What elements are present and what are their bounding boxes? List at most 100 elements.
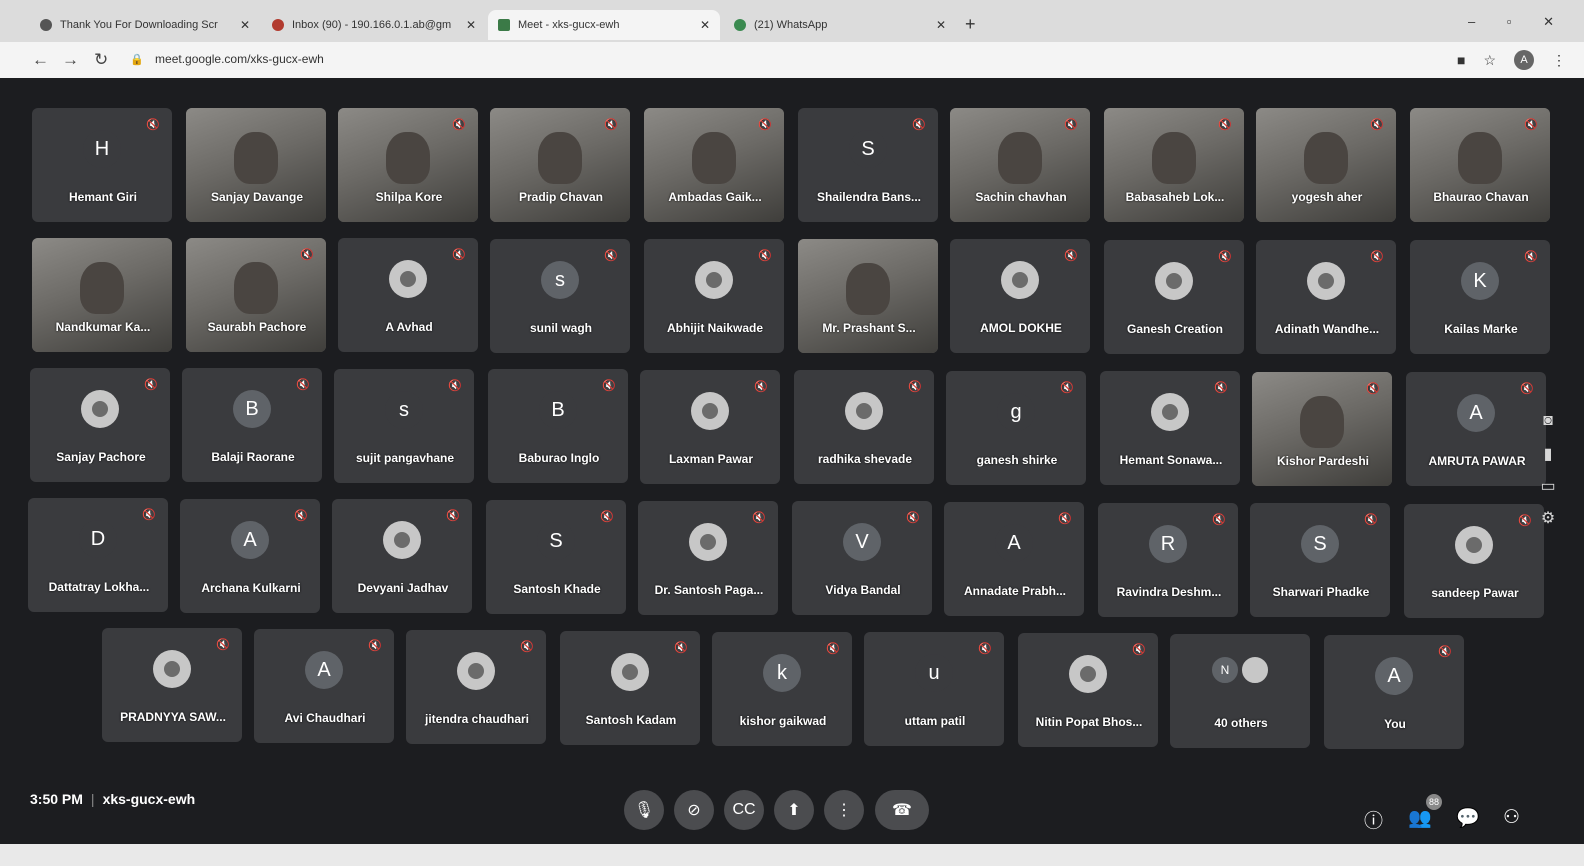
participant-tile[interactable]: s 🔇 sujit pangavhane (334, 369, 474, 483)
participant-tile[interactable]: 🔇 Adinath Wandhe... (1256, 240, 1396, 354)
bookmark-star-icon[interactable]: ☆ (1483, 52, 1496, 69)
participant-tile[interactable]: S 🔇 Shailendra Bans... (798, 108, 938, 222)
tab-whatsapp[interactable]: (21) WhatsApp ✕ (724, 10, 956, 40)
mic-off-icon: 🎙 (633, 802, 655, 819)
camera-off-button[interactable]: ⊘ (674, 790, 714, 830)
reload-icon[interactable]: ↻ (94, 50, 108, 70)
participant-tile[interactable]: 🔇 Devyani Jadhav (332, 499, 472, 613)
captions-button[interactable]: CC (724, 790, 764, 830)
mic-muted-icon: 🔇 (1518, 515, 1532, 527)
tab-download-page[interactable]: Thank You For Downloading Scr ✕ (30, 10, 260, 40)
close-icon[interactable]: ✕ (936, 18, 946, 32)
mic-muted-icon: 🔇 (758, 119, 772, 131)
participant-tile[interactable]: Nandkumar Ka... (32, 238, 172, 352)
participant-tile[interactable]: Sanjay Davange (186, 108, 326, 222)
participant-tile[interactable]: H 🔇 Hemant Giri (32, 108, 172, 222)
participant-tile[interactable]: 🔇 Bhaurao Chavan (1410, 108, 1550, 222)
participant-tile[interactable]: 🔇 Saurabh Pachore (186, 238, 326, 352)
participant-tile[interactable]: S 🔇 Sharwari Phadke (1250, 503, 1390, 617)
participant-name: AMOL DOKHE (980, 321, 1062, 335)
participant-tile[interactable]: 🔇 Ambadas Gaik... (644, 108, 784, 222)
participant-tile[interactable]: 🔇 Sanjay Pachore (30, 368, 170, 482)
participant-tile[interactable]: 🔇 radhika shevade (794, 370, 934, 484)
mic-off-button[interactable]: 🎙 (624, 790, 664, 830)
call-end-icon: ☎ (892, 802, 912, 819)
participant-tile[interactable]: 🔇 Hemant Sonawa... (1100, 371, 1240, 485)
participant-name: Adinath Wandhe... (1274, 322, 1380, 336)
participant-tile[interactable]: A 🔇 Avi Chaudhari (254, 629, 394, 743)
participant-tile[interactable]: D 🔇 Dattatray Lokha... (28, 498, 168, 612)
mic-muted-icon: 🔇 (602, 380, 616, 392)
participant-name: Sachin chavhan (975, 190, 1067, 204)
participant-name: radhika shevade (817, 452, 913, 466)
participant-tile[interactable]: 🔇 Abhijit Naikwade (644, 239, 784, 353)
back-icon[interactable]: ← (32, 50, 49, 70)
present-button[interactable]: ⬆ (774, 790, 814, 830)
participant-avatar: k (763, 654, 801, 693)
participant-tile[interactable]: B 🔇 Baburao Inglo (488, 369, 628, 483)
camera-off-icon: ⊘ (687, 802, 701, 819)
mic-muted-icon: 🔇 (908, 381, 922, 393)
profile-avatar[interactable]: A (1514, 50, 1534, 70)
participant-tile[interactable]: N 40 others (1170, 634, 1310, 748)
close-icon[interactable]: ✕ (700, 18, 710, 32)
new-tab-button[interactable]: + (965, 14, 976, 35)
browser-menu-icon[interactable]: ⋮ (1552, 52, 1566, 69)
participant-tile[interactable]: 🔇 Sachin chavhan (950, 108, 1090, 222)
participant-tile[interactable]: S 🔇 Santosh Khade (486, 500, 626, 614)
participant-tile[interactable]: 🔇 Babasaheb Lok... (1104, 108, 1244, 222)
download-page-favicon (40, 19, 52, 31)
participant-tile[interactable]: k 🔇 kishor gaikwad (712, 632, 852, 746)
participant-tile[interactable]: 🔇 Nitin Popat Bhos... (1018, 633, 1158, 747)
participant-tile[interactable]: A 🔇 You (1324, 635, 1464, 749)
participant-tile[interactable]: g 🔇 ganesh shirke (946, 371, 1086, 485)
participant-tile[interactable]: 🔇 jitendra chaudhari (406, 630, 546, 744)
camera-permission-icon[interactable]: ■ (1457, 52, 1465, 68)
gear-icon[interactable]: ⚙ (1537, 508, 1559, 530)
participant-tile[interactable]: 🔇 A Avhad (338, 238, 478, 352)
mic-muted-icon: 🔇 (300, 249, 314, 261)
participant-tile[interactable]: 🔇 Dr. Santosh Paga... (638, 501, 778, 615)
participant-tile[interactable]: 🔇 AMOL DOKHE (950, 239, 1090, 353)
mic-muted-icon: 🔇 (752, 512, 766, 524)
leave-call-button[interactable]: ☎ (875, 790, 929, 830)
tab-meet[interactable]: Meet - xks-gucx-ewh ✕ (488, 10, 720, 40)
activities-button[interactable]: ⚇ (1503, 806, 1520, 829)
participant-tile[interactable]: 🔇 yogesh aher (1256, 108, 1396, 222)
participant-tile[interactable]: 🔇 Pradip Chavan (490, 108, 630, 222)
mic-muted-icon: 🔇 (600, 511, 614, 523)
participant-tile[interactable]: V 🔇 Vidya Bandal (792, 501, 932, 615)
more-options-button[interactable]: ⋮ (824, 790, 864, 830)
chat-button[interactable]: 💬 (1456, 806, 1480, 830)
address-bar[interactable]: 🔒 meet.google.com/xks-gucx-ewh (130, 52, 324, 66)
participant-tile[interactable]: 🔇 Santosh Kadam (560, 631, 700, 745)
participant-tile[interactable]: u 🔇 uttam patil (864, 632, 1004, 746)
people-button[interactable]: 👥 (1408, 806, 1432, 830)
tab-gmail[interactable]: Inbox (90) - 190.166.0.1.ab@gm ✕ (262, 10, 486, 40)
close-icon[interactable]: ✕ (466, 18, 476, 32)
close-icon[interactable]: ✕ (240, 18, 250, 32)
participant-tile[interactable]: 🔇 Shilpa Kore (338, 108, 478, 222)
meeting-details-button[interactable]: ⓘ (1364, 806, 1383, 833)
participant-tile[interactable]: s 🔇 sunil wagh (490, 239, 630, 353)
participant-tile[interactable]: K 🔇 Kailas Marke (1410, 240, 1550, 354)
mic-muted-icon: 🔇 (1520, 383, 1534, 395)
participant-avatar (1155, 262, 1193, 301)
window-controls[interactable]: – ▫ ✕ (1468, 14, 1568, 30)
participant-tile[interactable]: 🔇 Ganesh Creation (1104, 240, 1244, 354)
camera-icon[interactable]: ◙ (1537, 412, 1559, 434)
participant-tile[interactable]: A 🔇 Archana Kulkarni (180, 499, 320, 613)
participant-tile[interactable]: 🔇 Kishor Pardeshi (1252, 372, 1392, 486)
participant-tile[interactable]: A 🔇 AMRUTA PAWAR (1406, 372, 1546, 486)
participant-tile[interactable]: B 🔇 Balaji Raorane (182, 368, 322, 482)
participant-tile[interactable]: 🔇 sandeep Pawar (1404, 504, 1544, 618)
forward-icon[interactable]: → (62, 50, 79, 70)
record-icon[interactable]: ▮ (1537, 444, 1559, 466)
participant-name: sunil wagh (529, 321, 592, 335)
screen-icon[interactable]: ▭ (1537, 476, 1559, 498)
participant-tile[interactable]: Mr. Prashant S... (798, 239, 938, 353)
participant-tile[interactable]: 🔇 PRADNYYA SAW... (102, 628, 242, 742)
participant-tile[interactable]: 🔇 Laxman Pawar (640, 370, 780, 484)
participant-tile[interactable]: R 🔇 Ravindra Deshm... (1098, 503, 1238, 617)
participant-tile[interactable]: A 🔇 Annadate Prabh... (944, 502, 1084, 616)
